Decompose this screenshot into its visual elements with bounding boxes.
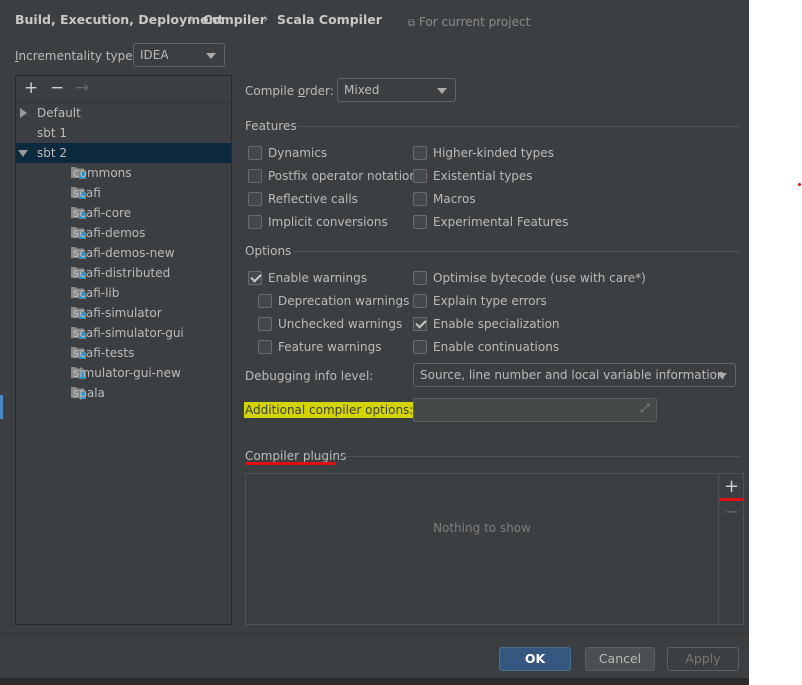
tree-module-item[interactable]: scafi-simulator	[16, 303, 231, 323]
unchecked-warnings-label[interactable]: Unchecked warnings	[278, 317, 402, 331]
compiler-plugins-title: Compiler plugins	[245, 449, 347, 463]
tree-module-item[interactable]: commons	[16, 163, 231, 183]
explain-type-errors-label[interactable]: Explain type errors	[433, 294, 547, 308]
feature-warnings-label[interactable]: Feature warnings	[278, 340, 381, 354]
tree-module-item[interactable]: spala	[16, 383, 231, 403]
scroll-indicator	[0, 395, 3, 419]
macros-label[interactable]: Macros	[433, 192, 476, 206]
unchecked-warnings-checkbox[interactable]	[258, 317, 272, 331]
debug-info-label: Debugging info level:	[245, 369, 374, 383]
tree-toolbar: + − →	[16, 76, 231, 103]
collapse-arrow-icon[interactable]	[18, 150, 28, 157]
apply-button[interactable]: Apply	[667, 647, 739, 671]
incrementality-label: Incrementality type:	[15, 49, 137, 63]
enable-specialization-checkbox[interactable]	[413, 317, 427, 331]
incrementality-value: IDEA	[140, 48, 169, 62]
red-dot-annotation	[798, 183, 801, 186]
higher-kinded-label[interactable]: Higher-kinded types	[433, 146, 554, 160]
tree-module-item[interactable]: scafi-core	[16, 203, 231, 223]
incrementality-select[interactable]: IDEA	[133, 43, 225, 67]
red-underline-annotation	[245, 462, 336, 465]
debug-info-select[interactable]: Source, line number and local variable i…	[413, 363, 736, 387]
remove-profile-icon[interactable]: −	[50, 79, 64, 97]
chevron-down-icon	[717, 373, 727, 379]
tree-item-sbt1[interactable]: sbt 1	[16, 123, 231, 143]
explain-type-errors-checkbox[interactable]	[413, 294, 427, 308]
enable-warnings-checkbox[interactable]	[248, 271, 262, 285]
reflective-calls-label[interactable]: Reflective calls	[268, 192, 358, 206]
add-profile-icon[interactable]: +	[24, 79, 38, 97]
expand-arrow-icon[interactable]	[20, 108, 27, 118]
tree-module-item[interactable]: scafi-distributed	[16, 263, 231, 283]
experimental-features-label[interactable]: Experimental Features	[433, 215, 568, 229]
features-title: Features	[245, 119, 297, 133]
tree-module-item[interactable]: scafi-tests	[16, 343, 231, 363]
experimental-features-checkbox[interactable]	[413, 215, 427, 229]
dynamics-checkbox[interactable]	[248, 146, 262, 160]
expand-icon[interactable]: ⤢	[640, 401, 650, 416]
enable-continuations-label[interactable]: Enable continuations	[433, 340, 559, 354]
enable-specialization-label[interactable]: Enable specialization	[433, 317, 560, 331]
red-mark-annotation	[719, 498, 744, 501]
tree-module-item[interactable]: simulator-gui-new	[16, 363, 231, 383]
profiles-tree: + − → Default sbt 1 sbt 2 commons scafi …	[15, 75, 232, 625]
postfix-label[interactable]: Postfix operator notation	[268, 169, 417, 183]
compile-order-value: Mixed	[344, 83, 380, 97]
compile-order-select[interactable]: Mixed	[337, 78, 456, 102]
higher-kinded-checkbox[interactable]	[413, 146, 427, 160]
deprecation-warnings-label[interactable]: Deprecation warnings	[278, 294, 409, 308]
additional-options-input[interactable]: ⤢	[413, 398, 657, 422]
options-title: Options	[245, 244, 292, 258]
section-divider	[341, 456, 741, 457]
tree-module-item[interactable]: scafi	[16, 183, 231, 203]
existential-types-label[interactable]: Existential types	[433, 169, 533, 183]
existential-types-checkbox[interactable]	[413, 169, 427, 183]
breadcrumb-separator: ›	[263, 11, 269, 27]
optimise-bytecode-checkbox[interactable]	[413, 271, 427, 285]
tree-item-default[interactable]: Default	[16, 103, 231, 123]
tree-item-sbt2[interactable]: sbt 2	[16, 143, 231, 163]
tree-module-item[interactable]: scafi-lib	[16, 283, 231, 303]
settings-dialog: Build, Execution, Deployment › Compiler …	[0, 0, 749, 685]
breadcrumb-separator: ›	[189, 11, 195, 27]
chevron-down-icon	[437, 88, 447, 94]
enable-continuations-checkbox[interactable]	[413, 340, 427, 354]
list-toolbar-divider	[718, 474, 719, 624]
postfix-checkbox[interactable]	[248, 169, 262, 183]
tree-module-item[interactable]: scafi-demos	[16, 223, 231, 243]
implicit-conversions-label[interactable]: Implicit conversions	[268, 215, 388, 229]
cancel-button[interactable]: Cancel	[585, 647, 655, 671]
section-divider	[297, 126, 741, 127]
chevron-down-icon	[206, 53, 216, 59]
plugins-list[interactable]: Nothing to show + −	[245, 473, 744, 625]
additional-options-label: Additional compiler options:	[244, 402, 415, 418]
breadcrumb-scala-compiler: Scala Compiler	[277, 12, 382, 27]
macros-checkbox[interactable]	[413, 192, 427, 206]
footer-divider	[0, 633, 749, 634]
empty-list-text: Nothing to show	[433, 521, 531, 535]
move-profile-icon[interactable]: →	[75, 79, 89, 97]
enable-warnings-label[interactable]: Enable warnings	[268, 271, 367, 285]
scope-label: For current project	[418, 15, 531, 29]
compile-order-label: Compile order:	[245, 84, 334, 98]
tree-module-item[interactable]: scafi-demos-new	[16, 243, 231, 263]
copy-icon: ⧉	[408, 18, 416, 29]
remove-plugin-icon[interactable]: −	[725, 502, 738, 521]
deprecation-warnings-checkbox[interactable]	[258, 294, 272, 308]
scope-indicator: ⧉ For current project	[408, 15, 530, 29]
implicit-conversions-checkbox[interactable]	[248, 215, 262, 229]
ok-button[interactable]: OK	[499, 647, 571, 671]
debug-info-value: Source, line number and local variable i…	[420, 368, 725, 382]
add-plugin-icon[interactable]: +	[724, 476, 739, 497]
optimise-bytecode-label[interactable]: Optimise bytecode (use with care*)	[433, 271, 646, 285]
dynamics-label[interactable]: Dynamics	[268, 146, 327, 160]
background-editor-strip	[0, 678, 749, 685]
section-divider	[293, 251, 741, 252]
feature-warnings-checkbox[interactable]	[258, 340, 272, 354]
tree-module-item[interactable]: scafi-simulator-gui	[16, 323, 231, 343]
reflective-calls-checkbox[interactable]	[248, 192, 262, 206]
breadcrumb-compiler[interactable]: Compiler	[203, 12, 266, 27]
